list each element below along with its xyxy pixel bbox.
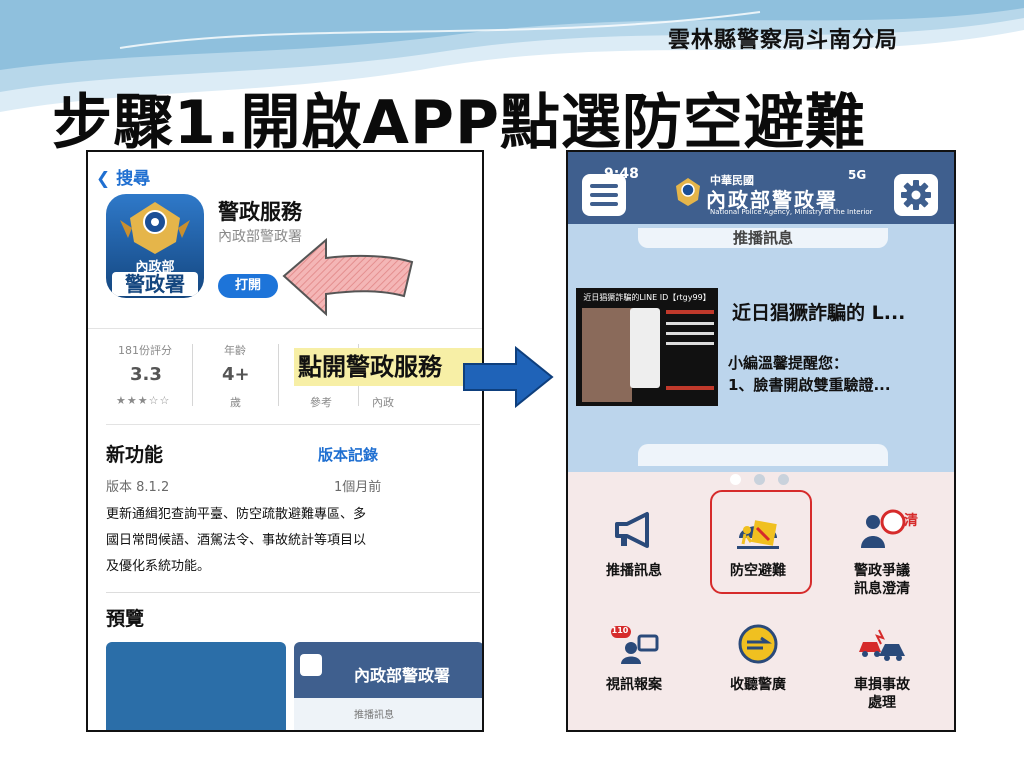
- divider: [106, 424, 480, 425]
- app-screenshot: 9:48 5G 中華民國 內政部警政署 National Police Agen…: [566, 150, 956, 732]
- thumbnail-text-line: [666, 310, 714, 314]
- news-thumbnail-caption: 近日猖獗詐騙的LINE ID【rtgy99】: [583, 293, 711, 302]
- grid-label: 警政爭議 訊息澄清: [822, 562, 942, 598]
- settings-button[interactable]: [894, 174, 938, 216]
- logo-english-text: National Police Agency, Ministry of the …: [710, 208, 873, 216]
- status-signal: 5G: [848, 168, 867, 182]
- rating-stars: ★★★☆☆: [116, 394, 171, 407]
- grid-item-police-radio[interactable]: 收聽警廣: [698, 622, 818, 694]
- release-notes: 更新通緝犯查詢平臺、防空疏散避難專區、多國日常問候語、酒駕法令、事故統計等項目以…: [106, 507, 367, 574]
- grid-label: 收聽警廣: [730, 677, 786, 693]
- news-tab-label: 推播訊息: [638, 228, 888, 248]
- thumbnail-text-line: [666, 342, 714, 345]
- new-features-heading: 新功能: [106, 444, 164, 466]
- grid-label-line-1: 警政爭議: [854, 563, 910, 579]
- hamburger-icon: [590, 184, 618, 206]
- menu-icon: [300, 654, 322, 676]
- police-radio-icon: [738, 624, 778, 664]
- grid-item-car-accident[interactable]: 車損事故 處理: [822, 622, 942, 712]
- organization-name: 雲林縣警察局斗南分局: [667, 28, 898, 53]
- preview-tab-label: 推播訊息: [354, 710, 394, 721]
- news-title[interactable]: 近日猖獗詐騙的 L...: [732, 298, 905, 325]
- thumbnail-photo: [582, 308, 632, 402]
- icon-text-bottom: 警政署: [112, 272, 198, 296]
- category-sub: 參考: [310, 396, 332, 409]
- police-emblem-icon: [120, 202, 190, 254]
- thumbnail-text-line: [666, 322, 714, 325]
- grid-label-line-1: 車損事故: [854, 677, 910, 693]
- stat-divider: [192, 344, 193, 406]
- menu-button[interactable]: [582, 174, 626, 216]
- thumbnail-text-line: [666, 386, 714, 390]
- preview-image-1[interactable]: [106, 642, 286, 730]
- grid-item-push-messages[interactable]: 推播訊息: [574, 508, 694, 580]
- blue-arrow-right-icon: [463, 346, 554, 408]
- highlight-box: [710, 490, 812, 594]
- carousel-dot[interactable]: [778, 474, 789, 485]
- developer-sub: 內政: [372, 396, 394, 409]
- news-line-1: 小編溫馨提醒您：: [728, 354, 849, 372]
- chevron-left-icon: ❮: [96, 169, 111, 189]
- grid-label: 車損事故 處理: [822, 676, 942, 712]
- news-thumbnail[interactable]: 近日猖獗詐騙的LINE ID【rtgy99】: [576, 288, 718, 406]
- carousel-bottom-tab: [638, 444, 888, 466]
- carousel-dot[interactable]: [754, 474, 765, 485]
- back-button[interactable]: ❮ 搜尋: [96, 164, 150, 189]
- version-history-link[interactable]: 版本記錄: [318, 444, 378, 465]
- highlight-annotation: 點開警政服務: [294, 348, 482, 386]
- thumbnail-phone: [630, 308, 660, 388]
- release-time: 1個月前: [334, 480, 382, 495]
- age-label: 年齡: [224, 344, 246, 357]
- grid-label: 視訊報案: [606, 677, 662, 693]
- megaphone-icon: [615, 512, 649, 548]
- clear-badge: 清: [904, 513, 918, 529]
- open-app-button[interactable]: 打開: [218, 274, 278, 298]
- app-icon[interactable]: 內政部 警政署: [106, 194, 204, 298]
- grid-label-line-2: 訊息澄清: [854, 581, 910, 597]
- news-body: 小編溫馨提醒您： 1、臉書開啟雙重驗證...: [728, 352, 891, 396]
- grid-label-line-2: 處理: [868, 695, 896, 711]
- thumbnail-text-line: [666, 332, 714, 335]
- divider: [88, 328, 482, 329]
- version-number: 版本 8.1.2: [106, 480, 170, 495]
- carousel-dot-active[interactable]: [730, 474, 741, 485]
- car-accident-icon: [859, 629, 905, 661]
- pink-arrow-icon: [282, 237, 414, 317]
- grid-item-video-report[interactable]: 110 視訊報案: [574, 622, 694, 694]
- preview-image-2[interactable]: 內政部警政署 推播訊息: [294, 642, 482, 730]
- divider: [106, 592, 480, 593]
- rating-value: 3.3: [130, 364, 162, 385]
- badge-110: 110: [611, 626, 629, 635]
- gear-icon: [901, 180, 931, 210]
- age-value: 4+: [222, 364, 250, 385]
- news-line-2: 1、臉書開啟雙重驗證...: [728, 376, 891, 394]
- appstore-screenshot: ❮ 搜尋 內政部 警政署 警政服務 內政部警政署 打開 181份評分 3.3 ★…: [86, 150, 484, 732]
- age-sub: 歲: [230, 396, 241, 409]
- slide-title: 步驟1.開啟APP點選防空避難: [52, 88, 866, 158]
- back-label: 搜尋: [116, 169, 151, 189]
- rating-count: 181份評分: [118, 344, 172, 357]
- grid-label: 推播訊息: [606, 563, 662, 579]
- preview-heading: 預覽: [106, 608, 145, 630]
- stat-divider: [278, 344, 279, 406]
- app-name: 警政服務: [218, 200, 302, 224]
- preview-logo-text: 內政部警政署: [354, 666, 451, 685]
- grid-item-dispute-clarification[interactable]: 清 警政爭議 訊息澄清: [822, 508, 942, 598]
- police-emblem-icon: [676, 178, 700, 206]
